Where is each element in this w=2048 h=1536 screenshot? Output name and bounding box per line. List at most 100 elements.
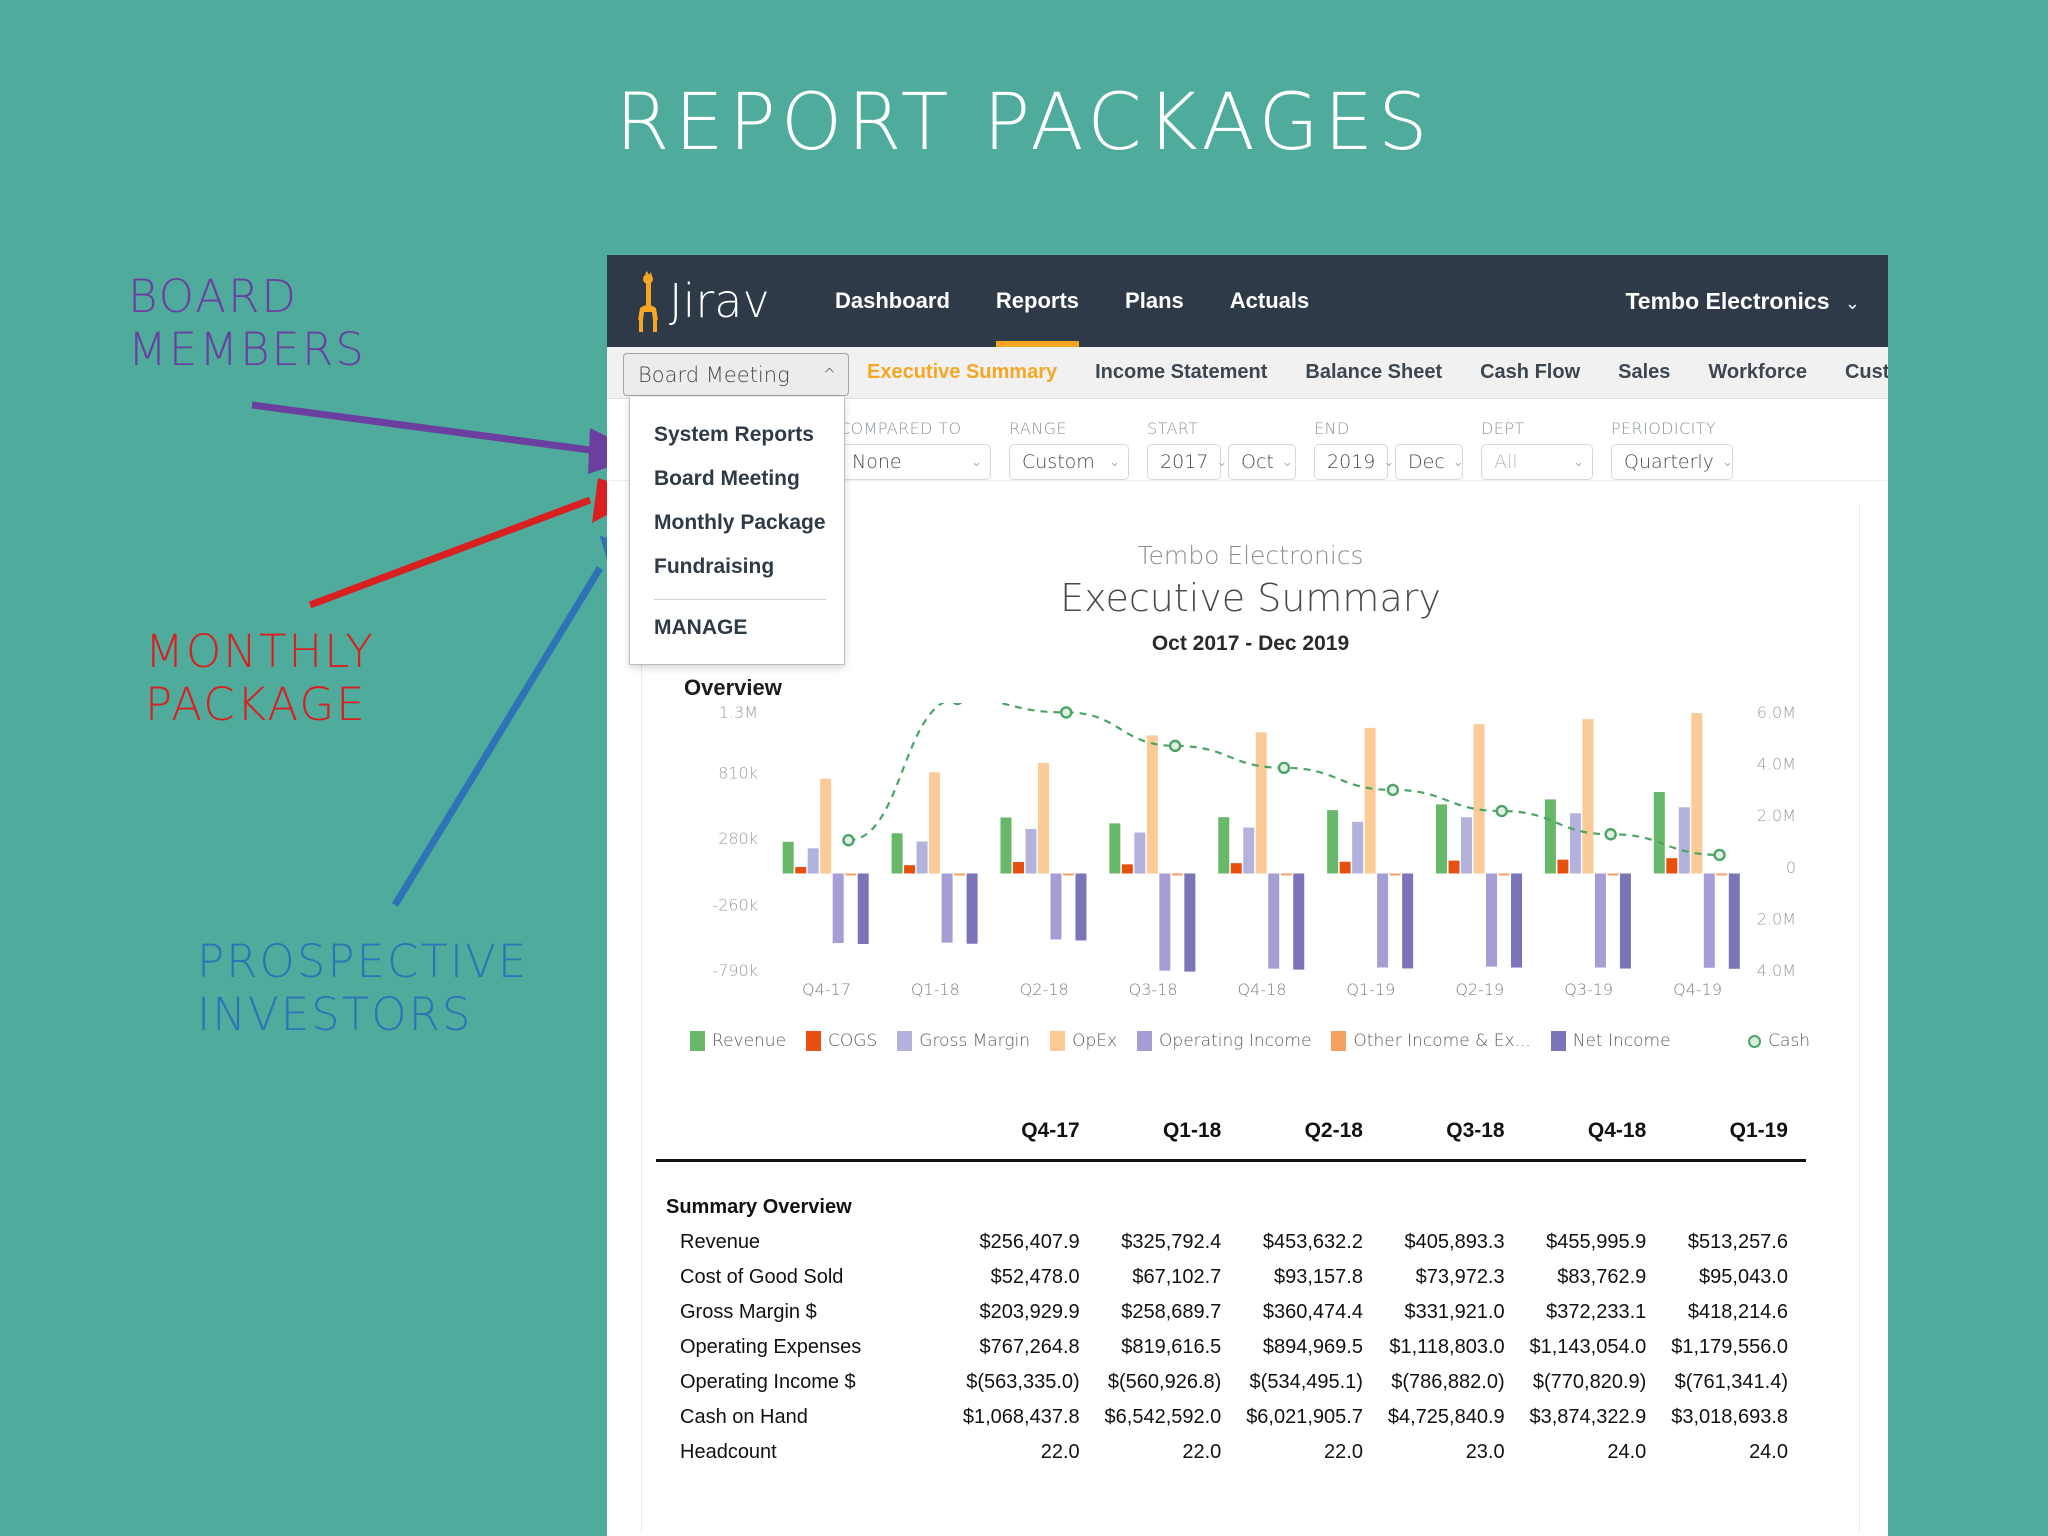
tab-custom[interactable]: Custom (1845, 361, 1888, 384)
annotation-line-2: INVESTORS (197, 988, 473, 1042)
table-cell-value: $52,478.0 (990, 1265, 1080, 1288)
nav-item-actuals[interactable]: Actuals (1230, 255, 1309, 347)
tab-income-statement[interactable]: Income Statement (1095, 361, 1267, 384)
table-row-label: Cash on Hand (680, 1405, 808, 1428)
periodicity-select[interactable]: Quarterly ⌄ (1611, 444, 1733, 480)
filter-periodicity: PERIODICITY Quarterly ⌄ (1611, 419, 1733, 480)
package-select[interactable]: Board Meeting ^ (623, 353, 849, 396)
table-cell-value: $418,214.6 (1687, 1300, 1788, 1323)
chevron-down-icon: ⌄ (971, 454, 982, 470)
chart-bar (1486, 873, 1498, 967)
legend-swatch-icon (1137, 1031, 1153, 1051)
table-cell-value: $1,143,054.0 (1529, 1335, 1647, 1358)
legend-item-cogs[interactable]: COGS (806, 1031, 877, 1051)
company-switcher[interactable]: Tembo Electronics ⌄ (1625, 255, 1860, 347)
overview-chart: 1.3M 810k 280k -260k -790k 6.0M 4.0M 2.0M 0 2.0M 4… (682, 703, 1842, 1003)
chevron-down-icon: ⌄ (1383, 454, 1395, 470)
legend-label: Gross Margin (919, 1031, 1031, 1051)
table-cell-value: $3,018,693.8 (1671, 1405, 1788, 1428)
legend-swatch-icon (1050, 1031, 1066, 1051)
nav-item-dashboard[interactable]: Dashboard (835, 255, 950, 347)
table-row: Gross Margin $ $203,929.9 $258,689.7 $360,4… (656, 1295, 1806, 1330)
chart-bar (1716, 873, 1728, 876)
table-cell-value: $73,972.3 (1415, 1265, 1505, 1288)
table-row-label: Headcount (680, 1440, 777, 1463)
left-axis-tick: -260k (712, 896, 758, 915)
table-header-q4-17: Q4-17 (1021, 1119, 1080, 1142)
right-axis-tick: 2.0M (1757, 909, 1796, 928)
primary-nav: Dashboard Reports Plans Actuals (835, 255, 1309, 347)
chart-bar (1511, 873, 1523, 968)
table-cell-value: $894,969.5 (1262, 1335, 1363, 1358)
chart-bar (1339, 861, 1351, 874)
summary-table-wrap: Q4-17 Q1-18 Q2-18 Q3-18 Q4-18 Q1-19 Summ… (656, 1113, 1806, 1470)
table-cell-value: $455,995.9 (1546, 1230, 1647, 1253)
table-cell-value: $4,725,840.9 (1387, 1405, 1505, 1428)
brand-name: Jirav (669, 274, 770, 328)
top-navbar: Jirav Dashboard Reports Plans Actuals Te… (607, 255, 1888, 347)
right-axis-tick: 4.0M (1757, 961, 1796, 980)
legend-item-other-income-ex[interactable]: Other Income & Ex... (1331, 1031, 1531, 1051)
chevron-down-icon: ⌄ (1573, 454, 1584, 470)
chart-bar (1389, 873, 1401, 876)
menu-item-fundraising[interactable]: Fundraising (630, 545, 844, 589)
tab-executive-summary[interactable]: Executive Summary (867, 361, 1057, 384)
legend-item-net-income[interactable]: Net Income (1550, 1031, 1671, 1051)
cash-data-point (1495, 804, 1508, 818)
legend-item-gross-margin[interactable]: Gross Margin (897, 1031, 1030, 1051)
overview-chart-svg: 1.3M 810k 280k -260k -790k 6.0M 4.0M 2.0M 0 2.0M 4… (712, 703, 1796, 999)
nav-item-reports[interactable]: Reports (995, 255, 1080, 347)
legend-item-revenue[interactable]: Revenue (690, 1031, 786, 1051)
chart-bar (1582, 719, 1594, 874)
legend-item-cash[interactable]: Cash (1748, 1031, 1810, 1051)
chart-bar (1703, 873, 1715, 968)
table-cell-value: $325,792.4 (1121, 1230, 1222, 1253)
tab-workforce[interactable]: Workforce (1708, 361, 1807, 384)
table-cell-value: $258,689.7 (1121, 1300, 1222, 1323)
range-select[interactable]: Custom ⌄ (1009, 444, 1129, 480)
chart-bar (1171, 873, 1183, 876)
legend-item-operating-income[interactable]: Operating Income (1137, 1031, 1311, 1051)
table-header-q3-18: Q3-18 (1446, 1119, 1505, 1142)
table-cell-empty (1098, 1190, 1240, 1225)
table-cell-value: $(560,926.8) (1107, 1370, 1222, 1393)
annotation-line-2: MEMBERS (128, 323, 366, 377)
table-cell-value: $83,762.9 (1557, 1265, 1647, 1288)
filter-compared-to: COMPARED TO None ⌄ (839, 419, 991, 480)
tab-cash-flow[interactable]: Cash Flow (1480, 361, 1580, 384)
end-month-select[interactable]: Dec ⌄ (1395, 444, 1464, 480)
right-axis-tick: 0 (1786, 858, 1796, 877)
chart-bar (795, 867, 807, 874)
menu-item-board-meeting[interactable]: Board Meeting (630, 457, 844, 501)
table-row: Operating Expenses $767,264.8 $819,616.5 $8… (656, 1330, 1806, 1365)
left-axis-tick: 810k (718, 763, 758, 782)
chart-bar (1691, 713, 1703, 874)
table-cell-value: $1,179,556.0 (1671, 1335, 1788, 1358)
start-year-select[interactable]: 2017 ⌄ (1147, 444, 1227, 480)
brand-logo[interactable]: Jirav (607, 270, 835, 332)
table-cell-value: 24.0 (1607, 1440, 1647, 1463)
x-axis-tick: Q1-18 (911, 980, 960, 999)
menu-item-system-reports[interactable]: System Reports (630, 413, 844, 457)
chevron-down-icon: ⌄ (1452, 454, 1464, 470)
tab-balance-sheet[interactable]: Balance Sheet (1305, 361, 1442, 384)
legend-item-opex[interactable]: OpEx (1050, 1031, 1117, 1051)
dept-select[interactable]: All ⌄ (1481, 444, 1593, 480)
chevron-down-icon: ⌄ (1844, 293, 1860, 313)
menu-item-monthly-package[interactable]: Monthly Package (630, 501, 844, 545)
filter-label: START (1147, 419, 1199, 438)
chart-bar (807, 848, 819, 874)
table-cell-value: $372,233.1 (1546, 1300, 1647, 1323)
chart-bar (916, 841, 928, 874)
table-row: Operating Income $ $(563,335.0) $(560,926.… (656, 1365, 1806, 1400)
chart-bar (1544, 799, 1556, 874)
tab-sales[interactable]: Sales (1618, 361, 1670, 384)
table-cell-value: 22.0 (1040, 1440, 1080, 1463)
menu-item-manage[interactable]: MANAGE (630, 606, 844, 650)
nav-item-plans[interactable]: Plans (1125, 255, 1184, 347)
start-month-select[interactable]: Oct ⌄ (1228, 444, 1296, 480)
table-cell-value: $513,257.6 (1687, 1230, 1788, 1253)
end-year-select[interactable]: 2019 ⌄ (1314, 444, 1394, 480)
compared-to-select[interactable]: None ⌄ (839, 444, 991, 480)
chart-bar (845, 873, 857, 876)
